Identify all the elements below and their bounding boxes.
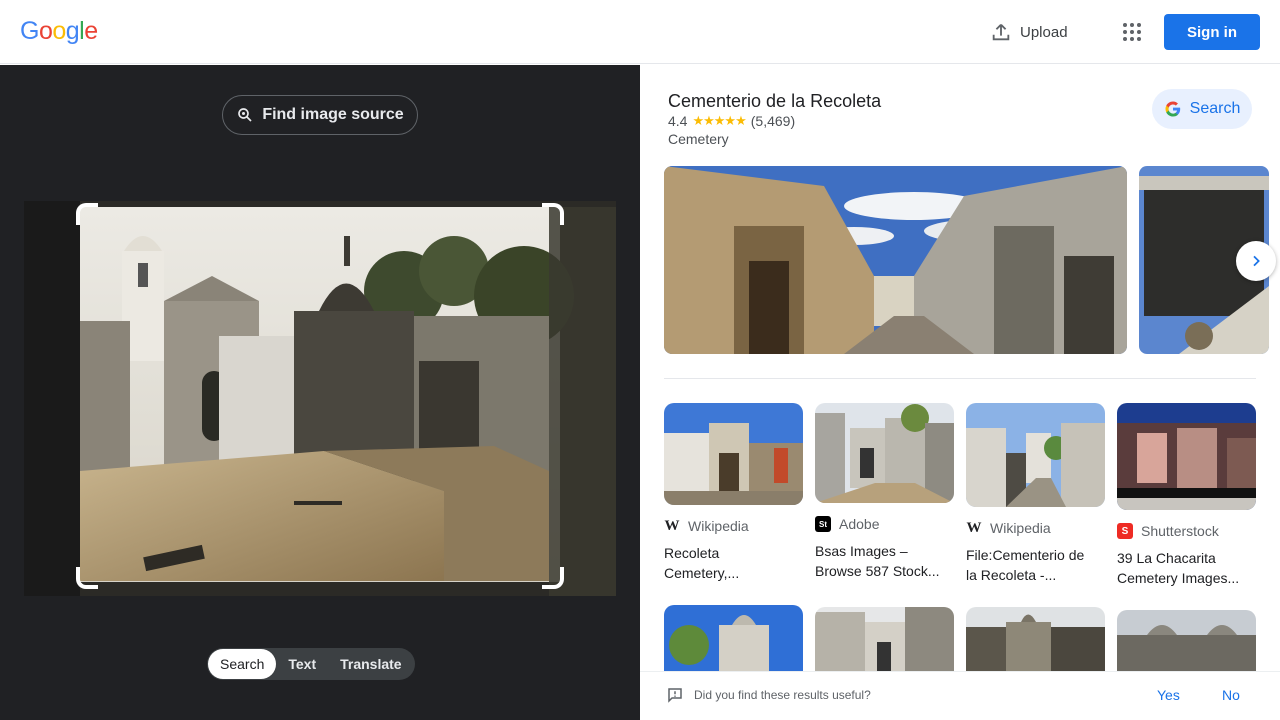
result-caption-line: Recoleta: [664, 545, 720, 561]
result-source: W Wikipedia: [966, 519, 1105, 537]
result-caption-line: Bsas Images –: [815, 543, 908, 559]
section-divider: [664, 378, 1256, 379]
result-caption-line: Cemetery Images...: [1117, 570, 1240, 586]
result-card[interactable]: St Adobe Bsas Images – Browse 587 Stock..…: [815, 403, 954, 581]
crop-handle-top-left[interactable]: [76, 203, 98, 225]
find-image-source-label: Find image source: [262, 106, 404, 123]
result-thumbnail[interactable]: [1117, 610, 1256, 671]
logo-letter: e: [84, 17, 98, 45]
feedback-question: Did you find these results useful?: [694, 688, 871, 702]
next-arrow-button[interactable]: [1236, 241, 1276, 281]
hero-image[interactable]: [664, 166, 1127, 354]
top-header: Google Upload Sign in: [0, 0, 1280, 64]
crop-handle-bottom-left[interactable]: [76, 567, 98, 589]
result-caption[interactable]: Recoleta Cemetery,...: [664, 543, 803, 583]
logo-letter: o: [52, 17, 66, 45]
result-card[interactable]: W Wikipedia File:Cementerio de la Recolet…: [966, 403, 1105, 585]
result-source-name: Shutterstock: [1141, 523, 1219, 539]
find-image-source-button[interactable]: Find image source: [222, 95, 418, 135]
result-card[interactable]: S Shutterstock 39 La Chacarita Cemetery I…: [1117, 403, 1256, 588]
result-caption-line: Cemetery,...: [664, 565, 740, 581]
result-caption-line: Browse 587 Stock...: [815, 563, 940, 579]
result-source: W Wikipedia: [664, 517, 803, 535]
google-search-label: Search: [1189, 100, 1241, 117]
upload-label: Upload: [1020, 23, 1068, 41]
result-thumbnail[interactable]: [966, 403, 1105, 507]
upload-button[interactable]: Upload: [990, 18, 1068, 46]
result-thumbnail[interactable]: [815, 403, 954, 503]
result-caption[interactable]: Bsas Images – Browse 587 Stock...: [815, 541, 954, 581]
wikipedia-icon: W: [664, 517, 680, 534]
chevron-right-icon: [1253, 255, 1260, 267]
crop-handle-top-right[interactable]: [542, 203, 564, 225]
result-caption-line: la Recoleta -...: [966, 567, 1057, 583]
logo-letter: g: [65, 17, 80, 45]
rating-value: 4.4: [668, 113, 688, 129]
image-preview-pane: Find image source Search Text Translate: [0, 65, 640, 720]
result-caption-line: File:Cementerio de: [966, 547, 1085, 563]
feedback-bar: Did you find these results useful? Yes N…: [640, 671, 1280, 720]
logo-letter: o: [38, 17, 53, 45]
result-thumbnail[interactable]: [1117, 403, 1256, 510]
sign-in-button[interactable]: Sign in: [1164, 14, 1260, 50]
shutterstock-icon: S: [1117, 523, 1133, 539]
rating-row: 4.4 ★★★★★ (5,469): [668, 113, 795, 129]
apps-grid-icon[interactable]: [1120, 20, 1144, 44]
tab-text[interactable]: Text: [276, 649, 328, 679]
feedback-yes-button[interactable]: Yes: [1157, 687, 1180, 703]
tab-translate[interactable]: Translate: [328, 649, 413, 679]
upload-icon: [992, 24, 1010, 41]
result-thumbnail[interactable]: [966, 607, 1105, 671]
result-caption[interactable]: File:Cementerio de la Recoleta -...: [966, 545, 1105, 585]
rating-stars-icon: ★★★★★: [692, 113, 746, 128]
lens-search-icon: [238, 108, 252, 122]
result-card[interactable]: W Wikipedia Recoleta Cemetery,...: [664, 403, 803, 583]
result-source-name: Adobe: [839, 516, 880, 532]
result-source: St Adobe: [815, 516, 954, 532]
wikipedia-icon: W: [966, 519, 982, 536]
crop-selection-frame[interactable]: [76, 203, 564, 589]
google-g-icon: [1165, 101, 1180, 117]
result-source-name: Wikipedia: [688, 518, 749, 534]
adobe-stock-icon: St: [815, 516, 831, 532]
logo-letter: G: [20, 17, 39, 45]
result-thumbnail[interactable]: [815, 607, 954, 671]
crop-handle-bottom-right[interactable]: [542, 567, 564, 589]
result-thumbnail[interactable]: [664, 605, 803, 671]
tab-search[interactable]: Search: [208, 649, 277, 679]
google-search-button[interactable]: Search: [1152, 89, 1252, 129]
result-thumbnail[interactable]: [664, 403, 803, 505]
result-caption-line: 39 La Chacarita: [1117, 550, 1216, 566]
feedback-no-button[interactable]: No: [1222, 687, 1240, 703]
place-type: Cemetery: [668, 131, 729, 147]
review-count[interactable]: (5,469): [751, 113, 795, 129]
result-caption[interactable]: 39 La Chacarita Cemetery Images...: [1117, 548, 1256, 588]
result-source-name: Wikipedia: [990, 520, 1051, 536]
result-source: S Shutterstock: [1117, 523, 1256, 539]
feedback-icon: [668, 688, 682, 703]
lens-mode-tabs: Search Text Translate: [207, 648, 415, 680]
results-pane: Cementerio de la Recoleta 4.4 ★★★★★ (5,4…: [640, 65, 1280, 720]
google-logo[interactable]: Google: [20, 17, 98, 46]
knowledge-panel-title[interactable]: Cementerio de la Recoleta: [668, 91, 881, 112]
